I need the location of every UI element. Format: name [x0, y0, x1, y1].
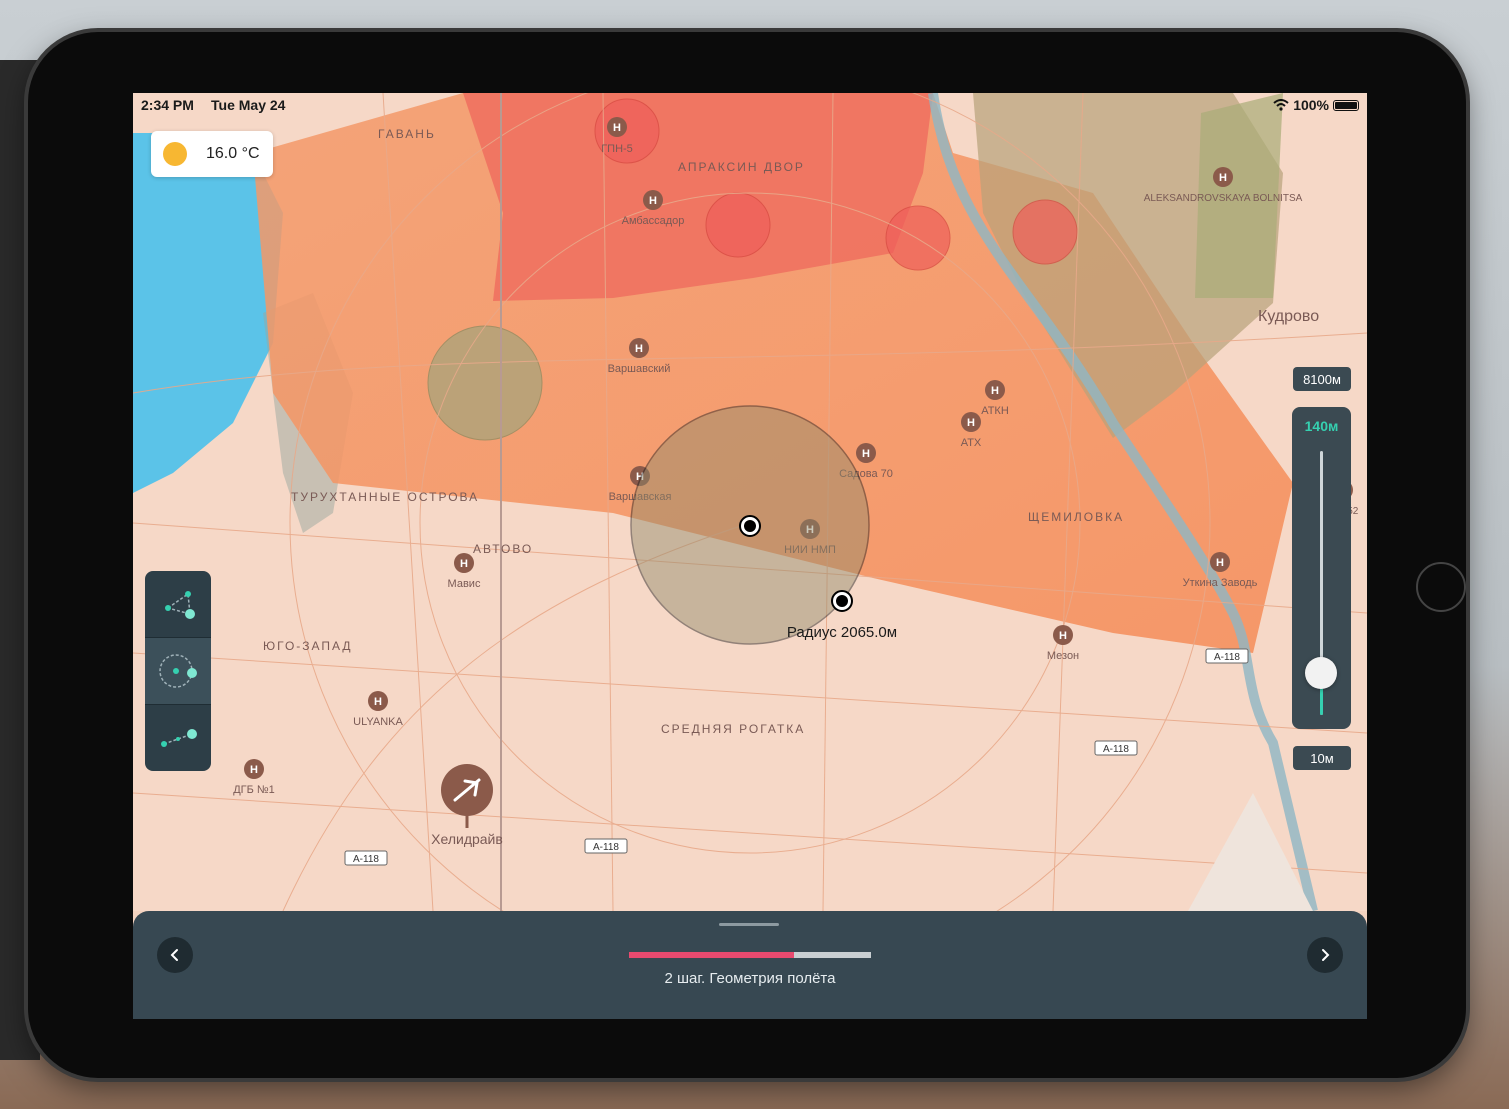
- svg-text:H: H: [1216, 557, 1224, 569]
- helipad-icon[interactable]: H: [1053, 625, 1073, 645]
- district-label: ЩЕМИЛОВКА: [1028, 510, 1124, 524]
- route-line-icon: [161, 729, 197, 747]
- center-dot: [744, 520, 756, 532]
- helipad-label: Мезон: [1047, 650, 1079, 662]
- wizard-bottom-panel: 2 шаг. Геометрия полёта: [133, 911, 1367, 1019]
- svg-text:A-118: A-118: [1214, 652, 1240, 663]
- helipad-icon[interactable]: H: [643, 190, 663, 210]
- zone-circle: [885, 205, 951, 271]
- helipad-icon[interactable]: H: [368, 691, 388, 711]
- status-date: Tue May 24: [211, 97, 286, 113]
- weather-widget[interactable]: 16.0 °C: [151, 131, 273, 177]
- wifi-icon: [1273, 99, 1289, 111]
- helipad-icon[interactable]: H: [629, 338, 649, 358]
- radius-label: Радиус 2065.0м: [787, 624, 897, 641]
- helipad-icon[interactable]: H: [607, 117, 627, 137]
- helipad-icon[interactable]: H: [1210, 552, 1230, 572]
- temperature: 16.0 °C: [206, 145, 260, 162]
- altitude-slider-panel: 140м: [1292, 407, 1351, 729]
- next-step-button[interactable]: [1307, 937, 1343, 973]
- map[interactable]: ГАВАНЬ АПРАКСИН ДВОР ТУРУХТАННЫЕ ОСТРОВА…: [133, 93, 1367, 911]
- svg-text:A-118: A-118: [1103, 744, 1129, 755]
- district-label: Кудрово: [1258, 308, 1319, 325]
- road-shield: A-118: [1205, 648, 1249, 664]
- helipad-label: Уткина Заводь: [1183, 577, 1258, 589]
- helipad-label: ULYANKA: [353, 716, 403, 728]
- circle-radius-icon: [159, 654, 197, 688]
- green-circle-zone: [427, 325, 543, 441]
- battery-icon: [1333, 99, 1359, 111]
- district-label: ТУРУХТАННЫЕ ОСТРОВА: [291, 490, 479, 504]
- district-label: АПРАКСИН ДВОР: [678, 160, 805, 174]
- svg-text:H: H: [967, 417, 975, 429]
- zone-circle: [1012, 199, 1078, 265]
- altitude-min-label: 10м: [1293, 746, 1351, 770]
- route-tool-button[interactable]: [145, 705, 211, 771]
- helipad-label: Амбассадор: [622, 215, 685, 227]
- step-progress-bar: [629, 952, 871, 958]
- circle-tool-button[interactable]: [145, 638, 211, 705]
- svg-text:H: H: [460, 558, 468, 570]
- step-title: 2 шаг. Геометрия полёта: [664, 970, 836, 987]
- district-label: ГАВАНЬ: [378, 127, 436, 141]
- helipad-label: ДГБ №1: [233, 784, 275, 796]
- district-label: АВТОВО: [473, 542, 533, 556]
- sheet-grabber[interactable]: [719, 923, 779, 926]
- altitude-slider-thumb[interactable]: [1305, 656, 1337, 689]
- app-screen: ГАВАНЬ АПРАКСИН ДВОР ТУРУХТАННЫЕ ОСТРОВА…: [133, 93, 1367, 1019]
- svg-text:H: H: [1219, 172, 1227, 184]
- status-right: 100%: [1273, 97, 1359, 113]
- helipad-icon[interactable]: H: [454, 553, 474, 573]
- helipad-label: Варшавский: [608, 363, 671, 375]
- helipad-label: ГПН-5: [601, 143, 633, 155]
- polygon-tool-button[interactable]: [145, 571, 211, 638]
- chevron-left-icon: [170, 949, 178, 961]
- district-label: ЮГО-ЗАПАД: [263, 639, 353, 653]
- helipad-label: ALEKSANDROVSKAYA BOLNITSA: [1144, 193, 1303, 204]
- helipad-icon[interactable]: H: [856, 443, 876, 463]
- svg-text:H: H: [374, 696, 382, 708]
- helipad-icon[interactable]: H: [1213, 167, 1233, 187]
- chevron-right-icon: [1322, 949, 1330, 961]
- road-shield: A-118: [584, 838, 628, 854]
- status-time: 2:34 PM: [141, 97, 194, 113]
- helipad-label: АТКН: [981, 405, 1009, 417]
- svg-text:H: H: [250, 764, 258, 776]
- battery-percent: 100%: [1293, 97, 1329, 113]
- svg-text:H: H: [613, 122, 621, 134]
- svg-text:H: H: [635, 343, 643, 355]
- road-shield: A-118: [1094, 740, 1138, 756]
- helipad-label: Мавис: [448, 578, 481, 590]
- svg-text:H: H: [1059, 630, 1067, 642]
- drawing-toolbar: [145, 571, 211, 771]
- status-bar: 2:34 PM Tue May 24 100%: [141, 97, 1359, 115]
- polygon-icon: [165, 591, 195, 619]
- svg-text:H: H: [649, 195, 657, 207]
- svg-text:A-118: A-118: [593, 842, 619, 853]
- helipad-icon[interactable]: H: [961, 412, 981, 432]
- svg-text:H: H: [991, 385, 999, 397]
- home-button[interactable]: [1416, 562, 1466, 612]
- road-shield: A-118: [344, 850, 388, 866]
- svg-text:H: H: [862, 448, 870, 460]
- altitude-max-label: 8100м: [1293, 367, 1351, 391]
- helipad-icon[interactable]: H: [985, 380, 1005, 400]
- district-label: СРЕДНЯЯ РОГАТКА: [661, 722, 805, 736]
- svg-text:A-118: A-118: [353, 854, 379, 865]
- previous-step-button[interactable]: [157, 937, 193, 973]
- altitude-current-value: 140м: [1304, 418, 1339, 434]
- sun-icon: [163, 142, 187, 166]
- zone-circle: [705, 192, 771, 258]
- airport-label: Хелидрайв: [431, 831, 503, 847]
- radius-dot: [836, 595, 848, 607]
- helipad-icon[interactable]: H: [244, 759, 264, 779]
- step-progress-fill: [629, 952, 794, 958]
- helipad-label: АТХ: [961, 437, 982, 449]
